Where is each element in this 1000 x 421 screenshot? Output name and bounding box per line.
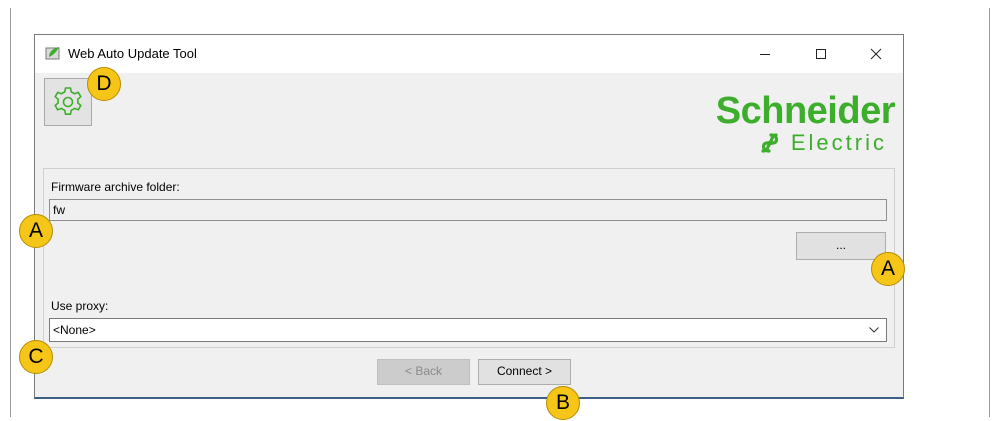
gear-icon [54, 87, 82, 115]
callout-marker-d: D [87, 67, 121, 101]
browse-button[interactable]: ... [796, 232, 886, 260]
logo-text-electric: Electric [790, 130, 887, 155]
schneider-electric-logo: Schneider Electric [675, 90, 896, 155]
minimize-icon [760, 54, 770, 55]
use-proxy-label: Use proxy: [51, 299, 109, 313]
logo-mark-icon [761, 133, 779, 153]
logo-text-schneider: Schneider [715, 90, 896, 132]
firmware-folder-label: Firmware archive folder: [51, 180, 180, 194]
window-title: Web Auto Update Tool [68, 46, 197, 61]
settings-button[interactable] [44, 78, 92, 126]
app-icon [45, 47, 60, 60]
app-window: Web Auto Update Tool Schneider Electric … [34, 34, 904, 399]
firmware-folder-field[interactable]: fw [49, 199, 887, 221]
connect-button[interactable]: Connect > [478, 359, 571, 385]
close-icon [870, 48, 882, 60]
maximize-button[interactable] [798, 35, 844, 73]
callout-marker-c: C [19, 340, 53, 374]
minimize-button[interactable] [742, 35, 788, 73]
maximize-icon [816, 49, 826, 59]
back-button[interactable]: < Back [377, 359, 470, 385]
title-bar: Web Auto Update Tool [35, 35, 903, 73]
callout-marker-a-left: A [19, 214, 53, 248]
proxy-selected-value: <None> [53, 323, 96, 337]
callout-marker-b: B [546, 386, 580, 420]
callout-marker-a-right: A [871, 252, 905, 286]
proxy-select[interactable]: <None> [49, 318, 887, 342]
chevron-down-icon [869, 327, 879, 333]
close-button[interactable] [853, 35, 899, 73]
